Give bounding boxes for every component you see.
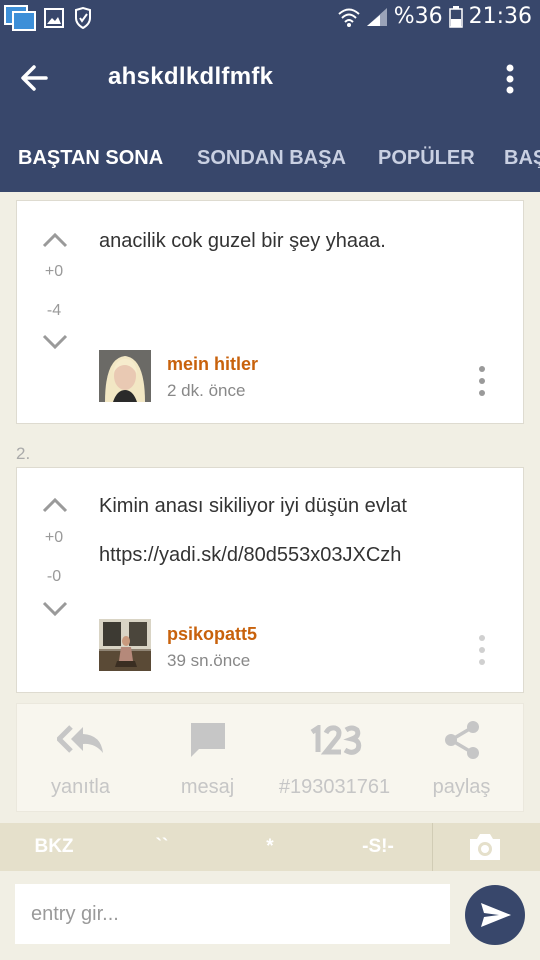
entry-card: +0 -4 anacilik cok guzel bir şey yhaaa. … — [16, 200, 524, 424]
composer — [0, 871, 540, 960]
entry-time: 39 sn.önce — [167, 651, 251, 670]
more-options-button[interactable] — [498, 60, 522, 100]
entry-time: 2 dk. önce — [167, 381, 246, 400]
app-notification-icon — [72, 6, 94, 34]
back-button[interactable] — [16, 58, 56, 98]
tab-bas[interactable]: BAŞ — [504, 130, 540, 192]
camera-icon — [468, 834, 502, 867]
entry-input[interactable] — [15, 884, 450, 944]
more-vert-icon — [498, 64, 522, 104]
entry-text: anacilik cok guzel bir şey yhaaa. — [99, 230, 386, 252]
page-title: ahskdlkdlfmfk — [108, 63, 274, 90]
share-label: paylaş — [432, 776, 491, 798]
upvote-button[interactable] — [41, 496, 69, 514]
spoiler-button[interactable]: -S!- — [324, 823, 432, 871]
more-vert-icon — [475, 366, 489, 401]
message-button[interactable]: mesaj — [144, 704, 271, 813]
numbers-123-icon — [308, 722, 362, 760]
battery-text: %36 — [393, 4, 443, 29]
more-vert-icon — [475, 635, 489, 670]
entry-number: 2. — [16, 444, 31, 463]
upvote-count: +0 — [44, 529, 64, 546]
multi-window-icon — [4, 5, 36, 36]
entry-options-button[interactable] — [475, 365, 489, 397]
message-label: mesaj — [180, 776, 235, 798]
downvote-count: -0 — [46, 568, 62, 585]
format-toolbar: BKZ `` * -S!- — [0, 823, 540, 871]
avatar[interactable] — [99, 350, 151, 402]
author-name[interactable]: psikopatt5 — [167, 624, 257, 645]
share-button[interactable]: paylaş — [398, 704, 525, 813]
wifi-icon — [338, 7, 360, 27]
author-name[interactable]: mein hitler — [167, 354, 258, 375]
clock: 21:36 — [468, 4, 532, 29]
entry-text: Kimin anası sikiliyor iyi düşün evlat — [99, 495, 407, 517]
toolbar-divider — [432, 823, 433, 871]
tab-populer[interactable]: POPÜLER — [378, 130, 475, 192]
reply-button[interactable]: yanıtla — [17, 704, 144, 813]
entry-card: +0 -0 Kimin anası sikiliyor iyi düşün ev… — [16, 467, 524, 693]
tab-bastan-sona[interactable]: BAŞTAN SONA — [18, 130, 163, 192]
share-icon — [443, 720, 481, 765]
battery-icon — [448, 5, 463, 28]
hidden-link-button[interactable]: `` — [108, 823, 216, 871]
send-button[interactable] — [465, 885, 525, 945]
chevron-up-icon — [41, 232, 69, 253]
chevron-down-icon — [41, 601, 69, 622]
chevron-up-icon — [41, 497, 69, 518]
entry-id-button[interactable]: #193031761 — [271, 704, 398, 813]
downvote-button[interactable] — [41, 333, 69, 351]
entry-options-button[interactable] — [475, 634, 489, 666]
entry-id: #193031761 — [278, 776, 391, 798]
asterisk-button[interactable]: * — [216, 823, 324, 871]
status-bar: %36 21:36 — [0, 0, 540, 36]
signal-icon — [366, 7, 388, 27]
message-icon — [189, 721, 227, 764]
upvote-button[interactable] — [41, 231, 69, 249]
image-notification-icon — [44, 8, 64, 33]
app-bar: ahskdlkdlfmfk BAŞTAN SONA SONDAN BAŞA PO… — [0, 36, 540, 192]
reply-all-icon — [56, 723, 105, 762]
downvote-count: -4 — [46, 302, 62, 319]
back-arrow-icon — [16, 65, 56, 102]
tab-bar: BAŞTAN SONA SONDAN BAŞA POPÜLER BAŞ — [0, 130, 540, 192]
upvote-count: +0 — [44, 263, 64, 280]
downvote-button[interactable] — [41, 600, 69, 618]
entry-link[interactable]: https://yadi.sk/d/80d553x03JXCzh — [99, 543, 401, 567]
bkz-button[interactable]: BKZ — [0, 823, 108, 871]
send-icon — [465, 903, 525, 949]
chevron-down-icon — [41, 334, 69, 355]
avatar[interactable] — [99, 619, 151, 671]
entry-actions: yanıtla mesaj #193031761 paylaş — [16, 703, 524, 812]
tab-sondan-basa[interactable]: SONDAN BAŞA — [197, 130, 346, 192]
camera-button[interactable] — [468, 831, 502, 863]
reply-label: yanıtla — [51, 776, 110, 798]
